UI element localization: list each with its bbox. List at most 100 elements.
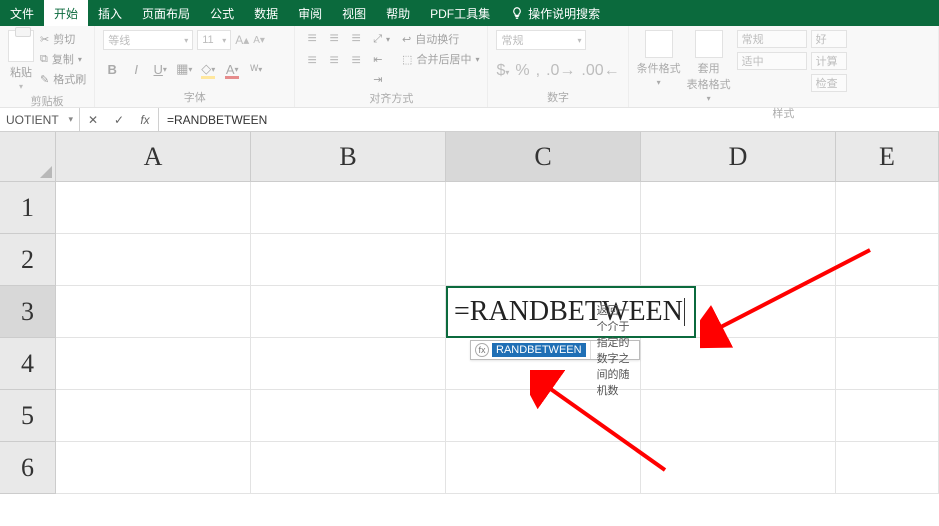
cell-a4[interactable]	[56, 338, 251, 390]
select-all-corner[interactable]	[0, 132, 56, 182]
col-header-e[interactable]: E	[836, 132, 939, 182]
font-family-combo[interactable]: 等线 ▾	[103, 30, 193, 50]
tab-view[interactable]: 视图	[332, 0, 376, 26]
align-center-icon[interactable]: ≡	[325, 52, 343, 70]
accounting-format-button[interactable]: $▾	[496, 62, 509, 80]
cell-e2[interactable]	[836, 234, 939, 286]
col-header-d[interactable]: D	[641, 132, 836, 182]
row-header-3[interactable]: 3	[0, 286, 56, 338]
increase-indent-button[interactable]: ⇥	[373, 70, 390, 88]
cell-d1[interactable]	[641, 182, 836, 234]
style-calc[interactable]: 计算	[811, 52, 847, 70]
spreadsheet-grid[interactable]: A B C D E 1 2 3 =RANDBETWEEN fx RANDBETW…	[0, 132, 939, 494]
decrease-decimal-button[interactable]: .00←	[581, 62, 619, 80]
orientation-button[interactable]: ⤢▾	[373, 30, 390, 48]
cell-styles-gallery[interactable]: 常规 好 适中 计算 检查	[737, 30, 847, 92]
tab-home[interactable]: 开始	[44, 0, 88, 26]
cut-button[interactable]: ✂ 剪切	[40, 30, 86, 48]
paste-button[interactable]: 粘贴 ▾	[8, 30, 34, 91]
cell-e4[interactable]	[836, 338, 939, 390]
style-good[interactable]: 好	[811, 30, 847, 48]
cell-e1[interactable]	[836, 182, 939, 234]
align-right-icon[interactable]: ≡	[347, 52, 365, 70]
underline-button[interactable]: U ▾	[151, 60, 169, 78]
conditional-format-button[interactable]: 条件格式 ▾	[637, 30, 681, 87]
phonetic-button[interactable]: ᵂ▾	[247, 60, 265, 78]
cell-e3[interactable]	[836, 286, 939, 338]
name-box[interactable]: UOTIENT ▾	[0, 108, 80, 131]
cell-b6[interactable]	[251, 442, 446, 494]
enter-formula-button[interactable]: ✓	[106, 108, 132, 131]
cell-d4[interactable]	[641, 338, 836, 390]
x-icon: ✕	[88, 113, 98, 127]
active-cell-editor[interactable]: =RANDBETWEEN	[446, 286, 696, 338]
col-header-b[interactable]: B	[251, 132, 446, 182]
border-button[interactable]: ▦▾	[175, 60, 193, 78]
percent-button[interactable]: %	[515, 62, 529, 80]
tab-pdf-tools[interactable]: PDF工具集	[420, 0, 500, 26]
cell-b4[interactable]	[251, 338, 446, 390]
wrap-text-button[interactable]: ↩自动换行	[402, 30, 479, 48]
tab-file[interactable]: 文件	[0, 0, 44, 26]
insert-function-button[interactable]: fx	[132, 108, 158, 131]
cell-b2[interactable]	[251, 234, 446, 286]
cell-c3[interactable]: =RANDBETWEEN fx RANDBETWEEN 返回一个介于指定的数字之…	[446, 286, 641, 338]
style-check[interactable]: 检查	[811, 74, 847, 92]
cell-d6[interactable]	[641, 442, 836, 494]
align-middle-icon[interactable]: ≡	[325, 30, 343, 48]
cell-c6[interactable]	[446, 442, 641, 494]
increase-font-icon[interactable]: A▴	[235, 33, 249, 47]
cell-e6[interactable]	[836, 442, 939, 494]
align-top-icon[interactable]: ≡	[303, 30, 321, 48]
increase-decimal-button[interactable]: .0→	[546, 62, 575, 80]
col-header-a[interactable]: A	[56, 132, 251, 182]
cell-a3[interactable]	[56, 286, 251, 338]
formula-autocomplete[interactable]: fx RANDBETWEEN 返回一个介于指定的数字之间的随机数	[470, 340, 640, 360]
tab-insert[interactable]: 插入	[88, 0, 132, 26]
tab-review[interactable]: 审阅	[288, 0, 332, 26]
number-format-combo[interactable]: 常规▾	[496, 30, 586, 50]
row-header-1[interactable]: 1	[0, 182, 56, 234]
cell-a5[interactable]	[56, 390, 251, 442]
comma-button[interactable]: ,	[536, 62, 540, 80]
cell-a1[interactable]	[56, 182, 251, 234]
style-normal[interactable]: 常规	[737, 30, 807, 48]
cell-c1[interactable]	[446, 182, 641, 234]
tell-me-search[interactable]: 操作说明搜索	[500, 0, 610, 26]
tab-help[interactable]: 帮助	[376, 0, 420, 26]
tab-formulas[interactable]: 公式	[200, 0, 244, 26]
cell-d5[interactable]	[641, 390, 836, 442]
cell-a2[interactable]	[56, 234, 251, 286]
decrease-font-icon[interactable]: A▾	[253, 35, 265, 46]
col-header-c[interactable]: C	[446, 132, 641, 182]
cell-d2[interactable]	[641, 234, 836, 286]
tab-page-layout[interactable]: 页面布局	[132, 0, 200, 26]
row-header-6[interactable]: 6	[0, 442, 56, 494]
row-header-2[interactable]: 2	[0, 234, 56, 286]
merge-center-button[interactable]: ⬚合并后居中▾	[402, 50, 479, 68]
font-size-combo[interactable]: 11▾	[197, 30, 231, 50]
copy-button[interactable]: ⧉ 复制 ▾	[40, 50, 86, 68]
format-as-table-button[interactable]: 套用 表格格式 ▾	[687, 30, 731, 103]
align-bottom-icon[interactable]: ≡	[347, 30, 365, 48]
cell-e5[interactable]	[836, 390, 939, 442]
decrease-indent-button[interactable]: ⇤	[373, 50, 390, 68]
row-header-4[interactable]: 4	[0, 338, 56, 390]
font-color-button[interactable]: A▾	[223, 60, 241, 78]
style-medium[interactable]: 适中	[737, 52, 807, 70]
cell-c2[interactable]	[446, 234, 641, 286]
cell-b3[interactable]	[251, 286, 446, 338]
align-left-icon[interactable]: ≡	[303, 52, 321, 70]
autocomplete-item[interactable]: fx RANDBETWEEN	[471, 341, 590, 359]
bold-button[interactable]: B	[103, 60, 121, 78]
cell-a6[interactable]	[56, 442, 251, 494]
tab-data[interactable]: 数据	[244, 0, 288, 26]
cell-b1[interactable]	[251, 182, 446, 234]
cell-b5[interactable]	[251, 390, 446, 442]
cancel-formula-button[interactable]: ✕	[80, 108, 106, 131]
format-painter-button[interactable]: ✎ 格式刷	[40, 70, 86, 88]
row-header-5[interactable]: 5	[0, 390, 56, 442]
italic-button[interactable]: I	[127, 60, 145, 78]
fill-color-button[interactable]: ◇▾	[199, 60, 217, 78]
group-styles: 条件格式 ▾ 套用 表格格式 ▾ 常规 好 适中 计算 检查	[629, 26, 939, 107]
